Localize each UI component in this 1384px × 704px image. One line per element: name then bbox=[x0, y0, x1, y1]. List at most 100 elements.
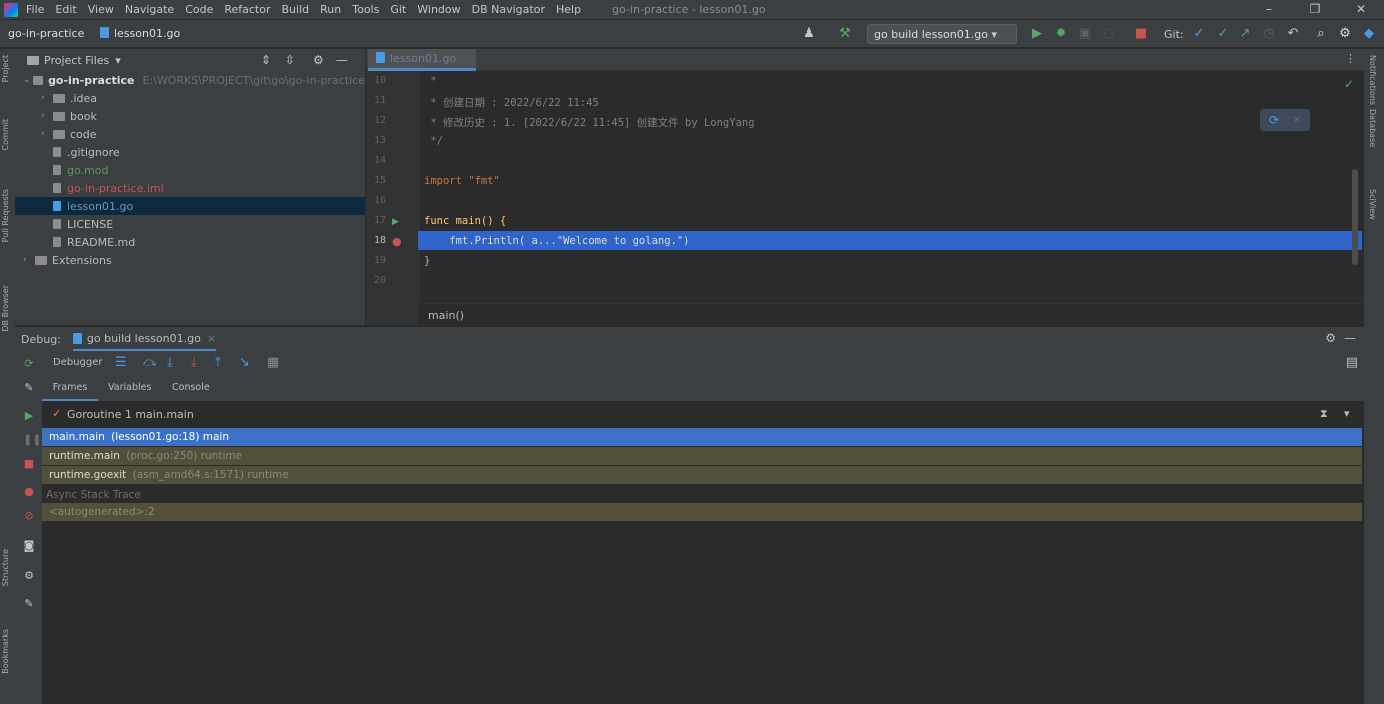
chevron-right-icon[interactable]: › bbox=[41, 93, 53, 103]
menu-item-navigate[interactable]: Navigate bbox=[125, 3, 174, 16]
menu-item-edit[interactable]: Edit bbox=[55, 3, 76, 16]
tool-sciview[interactable]: SciView bbox=[1368, 189, 1377, 220]
menu-item-run[interactable]: Run bbox=[320, 3, 341, 16]
hide-debug-icon[interactable]: — bbox=[1344, 331, 1356, 345]
run-config-select[interactable]: go build lesson01.go ▾ bbox=[867, 24, 1017, 44]
git-update-icon[interactable]: ✓ bbox=[1190, 24, 1208, 44]
menu-item-view[interactable]: View bbox=[88, 3, 114, 16]
close-window-button[interactable]: ✕ bbox=[1338, 0, 1384, 19]
chevron-down-icon[interactable]: ▾ bbox=[1344, 407, 1350, 420]
menu-item-tools[interactable]: Tools bbox=[352, 3, 379, 16]
stack-frame[interactable]: runtime.goexit (asm_amd64.s:1571) runtim… bbox=[42, 466, 1362, 484]
step-over-icon[interactable]: ⤼ bbox=[143, 355, 157, 370]
user-icon[interactable]: ♟ bbox=[800, 24, 818, 44]
filter-icon[interactable]: ⧗ bbox=[1320, 407, 1328, 421]
pause-icon[interactable]: ❚❚ bbox=[23, 434, 41, 446]
tool-notifications[interactable]: Notifications bbox=[1368, 55, 1377, 105]
git-commit-icon[interactable]: ✓ bbox=[1214, 24, 1232, 44]
tree-item[interactable]: lesson01.go bbox=[15, 197, 365, 215]
mute-breakpoints-icon[interactable]: ⊘ bbox=[23, 510, 35, 522]
tree-item[interactable]: .gitignore bbox=[15, 143, 365, 161]
editor-scrollbar[interactable] bbox=[1352, 169, 1358, 265]
close-tab-icon[interactable]: × bbox=[207, 332, 216, 345]
chevron-right-icon[interactable]: › bbox=[41, 129, 53, 139]
debug-bug-icon[interactable]: ✹ bbox=[1052, 24, 1070, 44]
tool-pull-requests[interactable]: Pull Requests bbox=[1, 189, 10, 242]
coverage-icon[interactable]: ▣ bbox=[1076, 24, 1094, 44]
tab-variables[interactable]: Variables bbox=[108, 377, 151, 401]
autogenerated-frame[interactable]: <autogenerated>:2 bbox=[42, 503, 1362, 521]
tree-item[interactable]: › .idea bbox=[15, 89, 365, 107]
chevron-down-icon[interactable]: ▾ bbox=[115, 54, 121, 67]
tool-project[interactable]: Project bbox=[1, 55, 10, 82]
settings-gear-icon[interactable]: ⚙ bbox=[1336, 24, 1354, 44]
panel-settings-icon[interactable]: ⚙ bbox=[313, 53, 324, 67]
force-step-into-icon[interactable]: ⤓ bbox=[191, 355, 197, 370]
stack-frame[interactable]: main.main (lesson01.go:18) main bbox=[42, 428, 1362, 446]
chevron-right-icon[interactable]: › bbox=[23, 255, 35, 265]
close-popup-icon[interactable]: × bbox=[1292, 113, 1301, 126]
menu-item-db-navigator[interactable]: DB Navigator bbox=[472, 3, 545, 16]
menu-item-window[interactable]: Window bbox=[417, 3, 460, 16]
history-icon[interactable]: ◷ bbox=[1260, 24, 1278, 44]
tree-item[interactable]: go.mod bbox=[15, 161, 365, 179]
more-options-icon[interactable]: ⋮ bbox=[1345, 52, 1356, 65]
layout-icon[interactable]: ▤ bbox=[1346, 355, 1358, 370]
menu-item-code[interactable]: Code bbox=[185, 3, 213, 16]
tool-structure[interactable]: Structure bbox=[1, 549, 10, 586]
step-out-icon[interactable]: ⤒ bbox=[215, 355, 221, 370]
tree-item[interactable]: go-in-practice.iml bbox=[15, 179, 365, 197]
menu-item-git[interactable]: Git bbox=[390, 3, 406, 16]
expand-all-icon[interactable]: ⇕ bbox=[261, 53, 271, 67]
file-breadcrumb[interactable]: lesson01.go bbox=[100, 27, 180, 40]
tool-commit[interactable]: Commit bbox=[1, 119, 10, 150]
stack-frame[interactable]: runtime.main (proc.go:250) runtime bbox=[42, 447, 1362, 465]
git-push-icon[interactable]: ↗ bbox=[1236, 24, 1254, 44]
minimize-button[interactable]: – bbox=[1246, 0, 1292, 19]
tree-item[interactable]: ⌄ go-in-practice E:\WORKS\PROJECT\git\go\g… bbox=[15, 71, 365, 89]
tool-bookmarks[interactable]: Bookmarks bbox=[1, 629, 10, 674]
view-breakpoints-icon[interactable]: ● bbox=[23, 486, 35, 498]
pin-icon[interactable]: ✎ bbox=[23, 598, 35, 610]
menu-item-build[interactable]: Build bbox=[282, 3, 310, 16]
wrench-icon[interactable]: ✎ bbox=[23, 382, 35, 394]
debug-settings-icon[interactable]: ⚙ bbox=[1325, 331, 1336, 345]
run-icon[interactable]: ▶ bbox=[1028, 24, 1046, 44]
settings-search-icon[interactable]: ⚙ bbox=[23, 570, 35, 582]
chevron-right-icon[interactable]: › bbox=[41, 111, 53, 121]
search-icon[interactable]: ⌕ bbox=[1312, 24, 1330, 44]
inspection-ok-icon[interactable]: ✓ bbox=[1344, 77, 1354, 91]
tab-lesson01[interactable]: lesson01.go × bbox=[368, 49, 476, 78]
debug-session-tab[interactable]: go build lesson01.go × bbox=[72, 327, 217, 351]
tree-item[interactable]: › Extensions bbox=[15, 251, 365, 269]
step-into-icon[interactable]: ⤓ bbox=[167, 355, 173, 370]
collapse-all-icon[interactable]: ⇳ bbox=[285, 53, 295, 67]
breadcrumb-main[interactable]: main() bbox=[428, 309, 464, 322]
show-execution-point-icon[interactable]: ☰ bbox=[115, 355, 127, 370]
run-to-cursor-icon[interactable]: ↘ bbox=[239, 355, 250, 370]
menu-item-help[interactable]: Help bbox=[556, 3, 581, 16]
stop-icon[interactable]: ■ bbox=[23, 458, 35, 470]
tree-item[interactable]: › book bbox=[15, 107, 365, 125]
evaluate-expression-icon[interactable]: ▦ bbox=[267, 355, 279, 370]
tab-frames[interactable]: Frames bbox=[42, 377, 98, 401]
maximize-button[interactable]: ❐ bbox=[1292, 0, 1338, 19]
menu-item-refactor[interactable]: Refactor bbox=[224, 3, 270, 16]
hide-panel-icon[interactable]: — bbox=[336, 53, 348, 67]
debugger-tab[interactable]: Debugger bbox=[53, 357, 103, 368]
project-breadcrumb[interactable]: go-in-practice bbox=[8, 27, 84, 40]
profile-icon[interactable]: ◌ bbox=[1100, 24, 1118, 44]
tool-db-browser[interactable]: DB Browser bbox=[1, 285, 10, 332]
camera-icon[interactable]: ◙ bbox=[23, 540, 35, 552]
resume-icon[interactable]: ▶ bbox=[23, 410, 35, 422]
menu-item-file[interactable]: File bbox=[26, 3, 44, 16]
tree-item[interactable]: › code bbox=[15, 125, 365, 143]
tab-console[interactable]: Console bbox=[172, 377, 210, 401]
tree-item[interactable]: README.md bbox=[15, 233, 365, 251]
stop-icon[interactable]: ■ bbox=[1132, 24, 1150, 44]
build-hammer-icon[interactable]: ⚒ bbox=[836, 24, 854, 44]
rerun-icon[interactable]: ⟳ bbox=[23, 358, 35, 370]
refresh-icon[interactable]: ⟳ bbox=[1269, 113, 1279, 127]
code-area[interactable]: * * 创建日期 : 2022/6/22 11:45 * 修改历史 : 1. [… bbox=[366, 71, 1364, 325]
tool-database[interactable]: Database bbox=[1368, 109, 1377, 147]
